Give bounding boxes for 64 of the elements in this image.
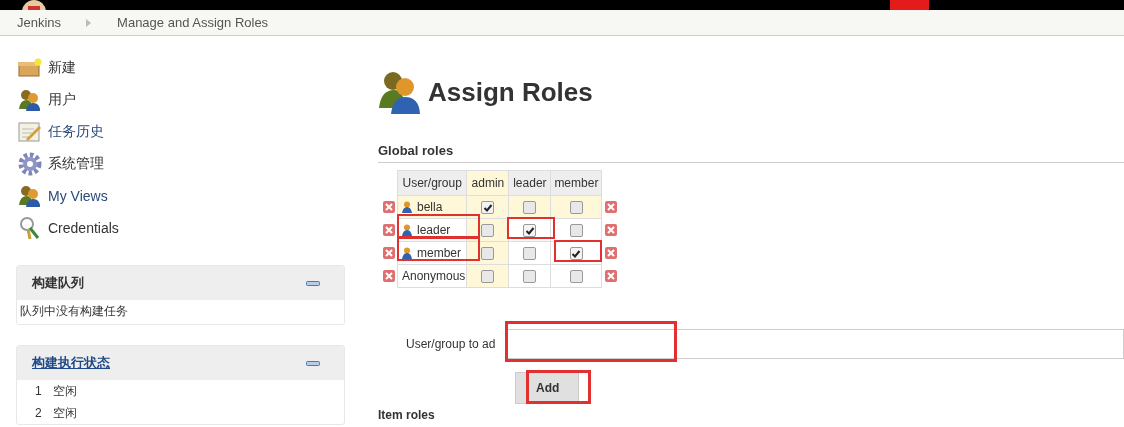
notepad-icon — [18, 121, 42, 143]
role-checkbox[interactable] — [569, 247, 583, 261]
section-heading: Item roles — [378, 408, 436, 422]
user-name: Anonymous — [402, 269, 466, 283]
field-label: User/group to ad — [406, 337, 497, 351]
column-header: User/group — [397, 170, 467, 196]
sidebar-link[interactable]: 系统管理 — [48, 155, 104, 173]
role-checkbox[interactable] — [523, 201, 537, 215]
column-header: leader — [508, 170, 551, 196]
panel-text: 空闲 — [53, 406, 78, 420]
user-icon — [402, 247, 412, 259]
role-checkbox[interactable] — [523, 224, 537, 238]
executor-number: 1 — [35, 384, 42, 398]
users-icon — [18, 185, 42, 207]
delete-icon[interactable] — [382, 269, 395, 282]
user-name: bella — [417, 200, 443, 214]
delete-icon[interactable] — [604, 269, 617, 282]
user-name: member — [417, 246, 461, 260]
sidebar-link[interactable]: 用户 — [48, 91, 76, 109]
panel-text: 空闲 — [53, 384, 78, 398]
user-icon — [402, 201, 412, 213]
role-checkbox[interactable] — [481, 247, 495, 261]
gear-icon — [18, 152, 42, 176]
highlight-box — [526, 370, 591, 404]
delete-icon[interactable] — [382, 223, 395, 236]
section-heading: Global roles — [378, 143, 455, 158]
breadcrumb-link[interactable]: Manage and Assign Roles — [117, 15, 269, 30]
delete-icon[interactable] — [382, 246, 395, 259]
delete-icon[interactable] — [382, 200, 395, 213]
column-header: member — [550, 170, 602, 196]
users-icon — [378, 70, 422, 114]
collapse-icon[interactable] — [306, 360, 320, 366]
panel-title[interactable]: 构建执行状态 — [32, 354, 110, 372]
delete-icon[interactable] — [604, 223, 617, 236]
sidebar-link[interactable]: 新建 — [48, 59, 76, 77]
user-name: leader — [417, 223, 451, 237]
role-checkbox[interactable] — [481, 201, 495, 215]
role-checkbox[interactable] — [569, 201, 583, 215]
users-icon — [18, 89, 42, 111]
role-checkbox[interactable] — [569, 224, 583, 238]
sidebar-link[interactable]: My Views — [48, 188, 108, 204]
box-icon — [18, 58, 42, 78]
role-checkbox[interactable] — [523, 270, 537, 284]
page-title: Assign Roles — [428, 76, 593, 108]
column-header: admin — [466, 170, 509, 196]
role-checkbox[interactable] — [481, 224, 495, 238]
role-checkbox[interactable] — [523, 247, 537, 261]
chevron-icon — [86, 18, 92, 27]
highlight-box — [507, 216, 556, 239]
panel-text: 队列中没有构建任务 — [20, 304, 128, 318]
breadcrumb-link[interactable]: Jenkins — [17, 15, 62, 30]
keys-icon — [18, 216, 42, 240]
user-icon — [402, 224, 412, 236]
delete-icon[interactable] — [604, 200, 617, 213]
collapse-icon[interactable] — [306, 280, 320, 286]
highlight-box — [553, 239, 602, 262]
executor-number: 2 — [35, 406, 42, 420]
panel-title: 构建队列 — [32, 274, 84, 292]
sidebar-link[interactable]: 任务历史 — [48, 123, 104, 141]
delete-icon[interactable] — [604, 246, 617, 259]
sidebar-link[interactable]: Credentials — [48, 220, 119, 236]
user-group-field[interactable] — [507, 329, 1124, 359]
role-checkbox[interactable] — [481, 270, 495, 284]
role-checkbox[interactable] — [569, 270, 583, 284]
